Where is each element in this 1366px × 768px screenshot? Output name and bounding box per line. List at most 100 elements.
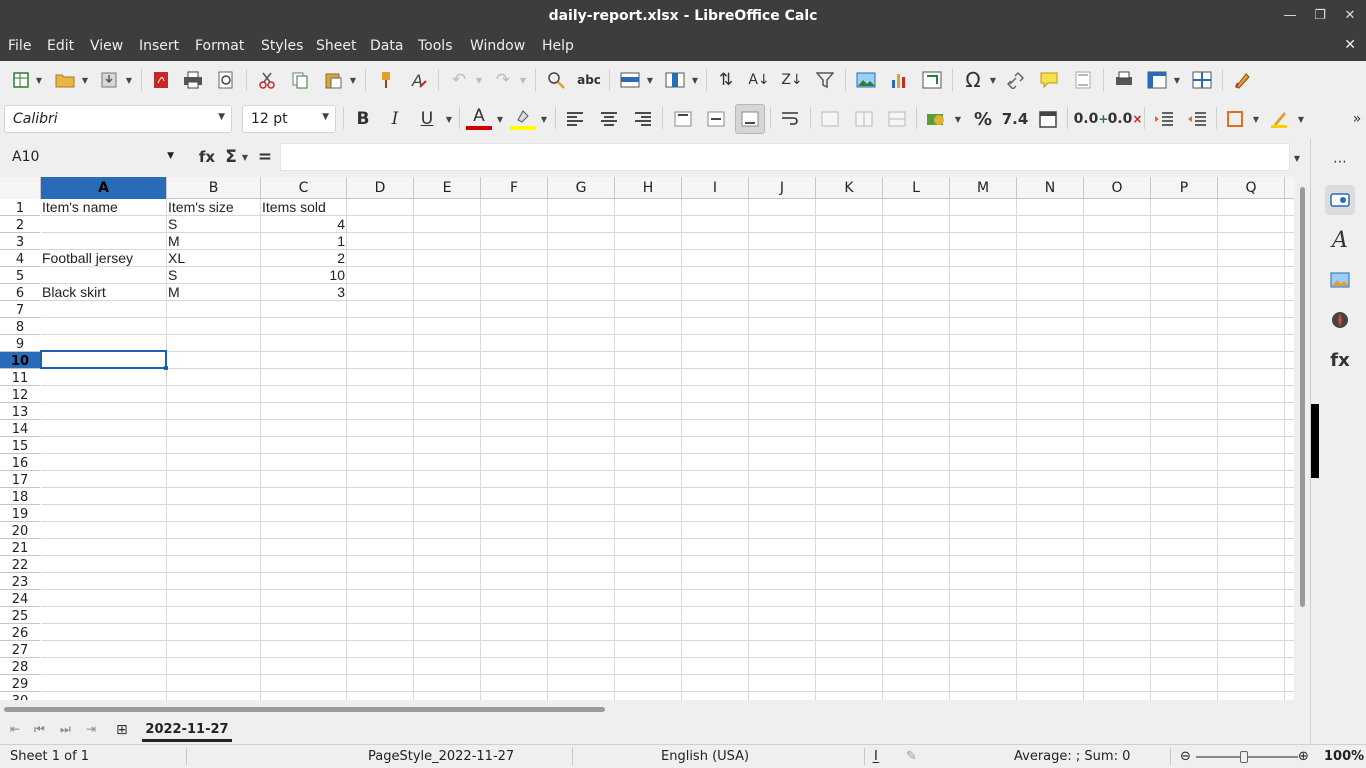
cell-c1[interactable]: Items sold	[261, 199, 347, 216]
row-header-13[interactable]: 13	[0, 403, 40, 420]
column-header-i[interactable]: I	[682, 177, 749, 199]
language[interactable]: English (USA)	[661, 749, 749, 764]
chevron-down-icon[interactable]: ▼	[167, 151, 174, 161]
formula-input[interactable]	[280, 143, 1290, 171]
currency-format-icon[interactable]	[924, 106, 950, 132]
row-header-9[interactable]: 9	[0, 335, 40, 352]
special-character-icon[interactable]: Ω	[960, 67, 986, 93]
show-draw-functions-icon[interactable]	[1230, 67, 1256, 93]
new-dropdown-icon[interactable]: ▼	[34, 67, 44, 93]
row-header-11[interactable]: 11	[0, 369, 40, 386]
properties-icon[interactable]	[1325, 185, 1355, 215]
font-color-button[interactable]: A	[466, 106, 492, 130]
highlighting-color-icon[interactable]	[510, 106, 536, 130]
align-bottom-icon[interactable]	[735, 104, 765, 134]
function-wizard-button[interactable]: fx	[194, 144, 220, 170]
minimize-button[interactable]: —	[1280, 6, 1300, 26]
row-header-24[interactable]: 24	[0, 590, 40, 607]
row-header-8[interactable]: 8	[0, 318, 40, 335]
menu-edit[interactable]: Edit	[47, 38, 74, 54]
row-header-2[interactable]: 2	[0, 216, 40, 233]
column-header-n[interactable]: N	[1017, 177, 1084, 199]
cut-icon[interactable]	[254, 67, 280, 93]
print-icon[interactable]	[180, 67, 206, 93]
decrease-indent-icon[interactable]	[1184, 106, 1210, 132]
number-format-button[interactable]: 7.4	[1002, 106, 1029, 132]
cell-b1[interactable]: Item's size	[167, 199, 261, 216]
previous-sheet-icon[interactable]: ⏮	[34, 722, 45, 737]
row-header-3[interactable]: 3	[0, 233, 40, 250]
hyperlink-icon[interactable]	[1004, 67, 1030, 93]
paste-icon[interactable]	[320, 67, 346, 93]
page-style[interactable]: PageStyle_2022-11-27	[368, 749, 514, 764]
menu-data[interactable]: Data	[370, 38, 403, 54]
merge-cells-icon[interactable]	[851, 106, 877, 132]
delete-decimal-place-button[interactable]: 0.0 ×	[1108, 106, 1143, 132]
align-left-icon[interactable]	[562, 106, 588, 132]
underline-button[interactable]: U	[414, 106, 440, 132]
cell-b2[interactable]: S	[167, 216, 261, 233]
row-header-17[interactable]: 17	[0, 471, 40, 488]
headers-footers-icon[interactable]	[1070, 67, 1096, 93]
gallery-icon[interactable]	[1325, 265, 1355, 295]
row-icon[interactable]	[617, 67, 643, 93]
bold-button[interactable]: B	[350, 106, 376, 132]
freeze-dropdown-icon[interactable]: ▼	[1172, 67, 1182, 93]
add-sheet-icon[interactable]: ⊞	[116, 722, 128, 738]
fill-handle[interactable]	[164, 366, 168, 370]
row-dropdown-icon[interactable]: ▼	[645, 67, 655, 93]
column-header-e[interactable]: E	[414, 177, 481, 199]
row-header-26[interactable]: 26	[0, 624, 40, 641]
column-header-m[interactable]: M	[950, 177, 1017, 199]
column-header-k[interactable]: K	[816, 177, 883, 199]
styles-icon[interactable]: A	[1325, 225, 1355, 255]
cell-cursor[interactable]	[40, 350, 168, 370]
menu-window[interactable]: Window	[470, 38, 525, 54]
save-dropdown-icon[interactable]: ▼	[124, 67, 134, 93]
row-header-25[interactable]: 25	[0, 607, 40, 624]
column-header-c[interactable]: C	[261, 177, 347, 199]
print-preview-icon[interactable]	[213, 67, 239, 93]
comment-icon[interactable]	[1037, 67, 1063, 93]
freeze-rows-columns-icon[interactable]	[1144, 67, 1170, 93]
merge-center-icon[interactable]	[817, 106, 843, 132]
row-header-19[interactable]: 19	[0, 505, 40, 522]
find-replace-icon[interactable]	[543, 67, 569, 93]
clone-formatting-icon[interactable]	[373, 67, 399, 93]
sidebar-collapse-handle[interactable]	[1311, 404, 1319, 478]
borders-dropdown-icon[interactable]: ▼	[1251, 106, 1261, 132]
font-size-combo[interactable]: 12 pt ▼	[242, 105, 336, 133]
row-header-1[interactable]: 1	[0, 199, 40, 216]
horizontal-scrollbar[interactable]	[0, 700, 1294, 718]
menu-view[interactable]: View	[90, 38, 123, 54]
insert-mode-icon[interactable]: I̲	[874, 749, 878, 764]
formula-equals-button[interactable]: =	[252, 144, 278, 170]
border-color-dropdown-icon[interactable]: ▼	[1296, 106, 1306, 132]
row-header-28[interactable]: 28	[0, 658, 40, 675]
next-sheet-icon[interactable]: ⏭	[60, 722, 71, 737]
insert-image-icon[interactable]	[853, 67, 879, 93]
row-header-5[interactable]: 5	[0, 267, 40, 284]
column-header-j[interactable]: J	[749, 177, 816, 199]
special-character-dropdown-icon[interactable]: ▼	[988, 67, 998, 93]
column-header-o[interactable]: O	[1084, 177, 1151, 199]
cell-a4[interactable]: Football jersey	[41, 250, 167, 267]
undo-icon[interactable]: ↶	[446, 67, 472, 93]
zoom-slider-handle[interactable]	[1240, 751, 1248, 763]
row-header-22[interactable]: 22	[0, 556, 40, 573]
unmerge-cells-icon[interactable]	[884, 106, 910, 132]
open-dropdown-icon[interactable]: ▼	[80, 67, 90, 93]
align-center-icon[interactable]	[596, 106, 622, 132]
navigator-icon[interactable]	[1325, 305, 1355, 335]
borders-icon[interactable]	[1222, 106, 1248, 132]
chevron-down-icon[interactable]: ▼	[218, 112, 225, 122]
date-format-icon[interactable]	[1035, 106, 1061, 132]
percent-format-button[interactable]: %	[970, 106, 996, 132]
chevron-down-icon[interactable]: ▼	[322, 112, 329, 122]
cell-area[interactable]: Item's name Item's size Items sold S 4 M 1 Foot…	[40, 199, 1294, 700]
font-color-dropdown-icon[interactable]: ▼	[495, 106, 505, 132]
cell-c5[interactable]: 10	[261, 267, 347, 284]
wrap-text-icon[interactable]	[777, 106, 803, 132]
sort-descending-icon[interactable]: Z↓	[779, 67, 805, 93]
undo-dropdown-icon[interactable]: ▼	[474, 67, 484, 93]
